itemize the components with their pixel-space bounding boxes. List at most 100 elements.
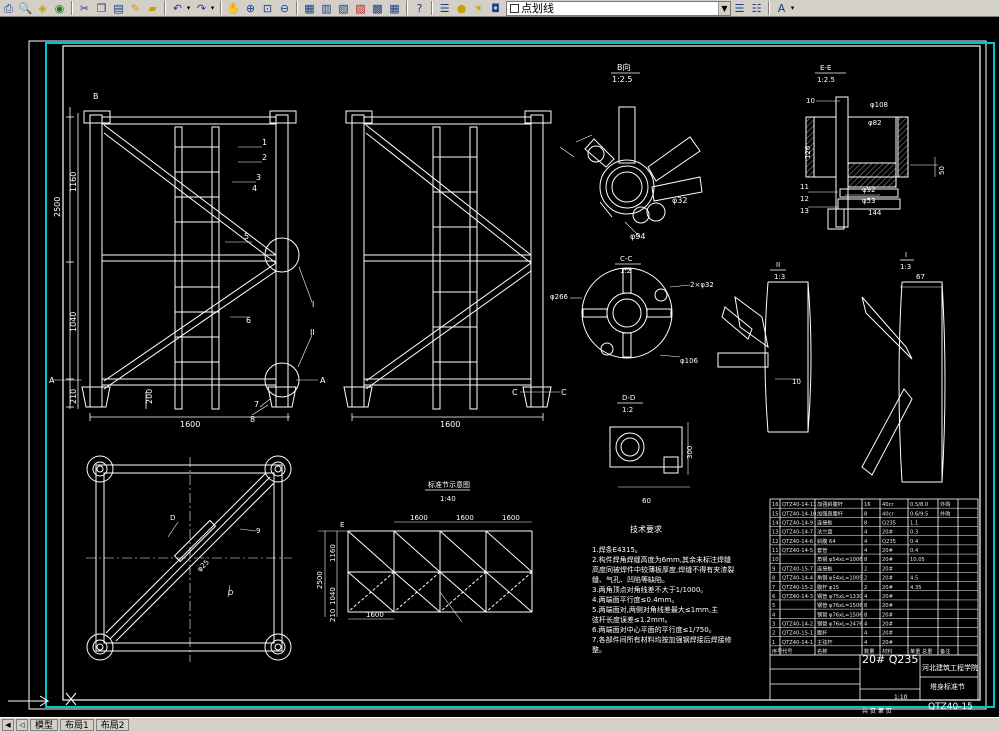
parts-table-cell: 8 [864, 557, 867, 563]
detail-i-scale: 1:3 [900, 263, 911, 271]
design-center-icon[interactable]: ▥ [319, 1, 334, 16]
parts-table-cell: 0.4 [910, 548, 919, 554]
c-dim-inner: φ106 [680, 357, 699, 365]
parts-table-cell: QTZ40-15-7 [782, 566, 813, 572]
parts-table-cell: 20# [882, 621, 893, 627]
e-dim-height: 126 [804, 145, 812, 159]
tech-requirements: 技术要求 1.焊条E4315。 2.构件焊角焊缝高度为6mm,其余未标注焊缝 高… [592, 524, 734, 654]
tab-model[interactable]: 模型 [30, 718, 59, 731]
parts-table-cell: 角钢 φ54xL=1006 [817, 555, 863, 563]
print-icon[interactable]: ⎙ [1, 1, 16, 16]
parts-table-cell: 8 [864, 612, 867, 618]
text-style-icon[interactable]: A [774, 1, 789, 16]
tech-req-line-5: 3.两角顶点对角线差不大于1/1000。 [592, 585, 707, 594]
parts-table-cell: 20# [882, 640, 893, 646]
e-dim-r: 50 [938, 166, 946, 175]
drawing-svg: B 2500 1160 1040 210 200 1600 A A 1 2 3 … [8, 40, 995, 715]
parts-table-cell: 加强斜腹杆 [817, 500, 843, 508]
parts-table-cell: 0.5/8.0 [910, 502, 928, 508]
redo-dropdown-icon[interactable]: ▾ [210, 1, 215, 16]
cut-icon[interactable]: ✂ [77, 1, 92, 16]
drawing-canvas[interactable]: B 2500 1160 1040 210 200 1600 A A 1 2 3 … [0, 17, 999, 717]
zoom-window-icon[interactable]: ⊡ [260, 1, 275, 16]
layer-lock-icon[interactable]: ◘ [488, 1, 503, 16]
tool-palettes-icon[interactable]: ▧ [336, 1, 351, 16]
web-icon[interactable]: ◉ [52, 1, 67, 16]
toolbar-separator [220, 1, 222, 15]
parts-table-cell: 套管 [817, 546, 827, 554]
toolbar-separator [164, 1, 166, 15]
layer-freeze-icon[interactable]: ☀ [471, 1, 486, 16]
paste-icon[interactable]: ▤ [111, 1, 126, 16]
text-style-dropdown-icon[interactable]: ▾ [790, 1, 795, 16]
undo-dropdown-icon[interactable]: ▾ [186, 1, 191, 16]
schematic-w: 1600 [366, 611, 384, 619]
c-section-detail [570, 267, 691, 359]
calculator-icon[interactable]: ▦ [387, 1, 402, 16]
make-current-layer-icon[interactable]: ☰ [732, 1, 747, 16]
match-properties-icon[interactable]: ✎ [128, 1, 143, 16]
parts-table-cell: QTZ40-14-10 [782, 511, 816, 517]
help-icon[interactable]: ? [412, 1, 427, 16]
toolbar-separator [431, 1, 433, 15]
parts-table-cell: 2 [864, 576, 867, 582]
undo-icon[interactable]: ↶ [170, 1, 185, 16]
schematic-h-total: 2500 [316, 571, 324, 589]
zoom-previous-icon[interactable]: ⊖ [277, 1, 292, 16]
markup-icon[interactable]: ▩ [370, 1, 385, 16]
dim-2500: 2500 [53, 197, 62, 217]
b-dim-32: φ32 [672, 196, 687, 205]
dim-1600-front: 1600 [180, 420, 200, 429]
parts-table-cell: QTZ40-14-2 [782, 621, 813, 627]
parts-table-cell: 20# [882, 594, 893, 600]
tab-layout-2[interactable]: 布局2 [95, 718, 130, 731]
tech-req-line-8: 弦杆长度误差≤1.2mm。 [592, 615, 672, 624]
redo-icon[interactable]: ↷ [194, 1, 209, 16]
pan-icon[interactable]: ✋ [226, 1, 241, 16]
circle-i-label: I [312, 300, 314, 309]
schematic-diagram [318, 521, 533, 623]
layer-dropdown[interactable]: 点划线 ▼ [506, 0, 731, 16]
schematic-h3: 210 [329, 609, 337, 622]
parts-table-cell: 0.4 [910, 539, 919, 545]
parts-table-cell: 40cr [882, 502, 894, 508]
toolbar-separator [296, 1, 298, 15]
parts-table-cell: 20# [882, 530, 893, 536]
parts-table-cell: 4.35 [910, 585, 922, 591]
parts-table-cell: 20# [882, 631, 893, 637]
leader-4: 4 [252, 184, 257, 193]
layer-previous-icon[interactable]: ☷ [749, 1, 764, 16]
tab-first-icon[interactable]: ◀ [2, 718, 14, 731]
zoom-realtime-icon[interactable]: ⊕ [243, 1, 258, 16]
e-leader-13: 13 [800, 207, 809, 215]
tab-layout-1[interactable]: 布局1 [60, 718, 94, 731]
leader-1: 1 [262, 138, 267, 147]
schematic-title: 标准节示意图 [428, 480, 470, 489]
layer-on-icon[interactable]: ● [454, 1, 469, 16]
layer-manager-icon[interactable]: ☰ [437, 1, 452, 16]
parts-table-cell: 12 [772, 539, 779, 545]
e-section-text: E-E 1:2.5 φ108 φ82 φ92 φ53 144 126 50 10… [800, 64, 946, 217]
tab-prev-icon[interactable]: ◁ [16, 718, 28, 731]
copy-icon[interactable]: ❐ [94, 1, 109, 16]
publish-icon[interactable]: ◈ [35, 1, 50, 16]
c-section-text: C-C 1:2 φ266 2×φ32 φ106 [550, 255, 714, 365]
block-editor-icon[interactable]: ▰ [145, 1, 160, 16]
detail-ii-dim: 10 [792, 378, 801, 386]
sheet-set-icon[interactable]: ▨ [353, 1, 368, 16]
chevron-down-icon[interactable]: ▼ [718, 1, 730, 15]
b-view-title: B向 [617, 62, 631, 72]
tech-req-line-3: 高度同被焊件中较薄板厚度,焊缝不得有夹渣裂 [592, 565, 734, 574]
properties-icon[interactable]: ▦ [302, 1, 317, 16]
parts-table-cell: QTZ40-14-5 [782, 548, 813, 554]
title-scale: 1:10 [894, 694, 908, 701]
parts-table-cell: QTZ40-14-7 [782, 530, 813, 536]
title-school: 河北建筑工程学院 [922, 663, 978, 672]
parts-table-cell: 10.05 [910, 557, 925, 563]
parts-table-cell: 16 [772, 502, 779, 508]
section-a-right: A [320, 376, 326, 385]
tech-req-title: 技术要求 [630, 524, 662, 534]
plot-preview-icon[interactable]: 🔍 [18, 1, 33, 16]
parts-table-cell: 连接板 [817, 564, 833, 572]
leader-3: 3 [256, 173, 261, 182]
